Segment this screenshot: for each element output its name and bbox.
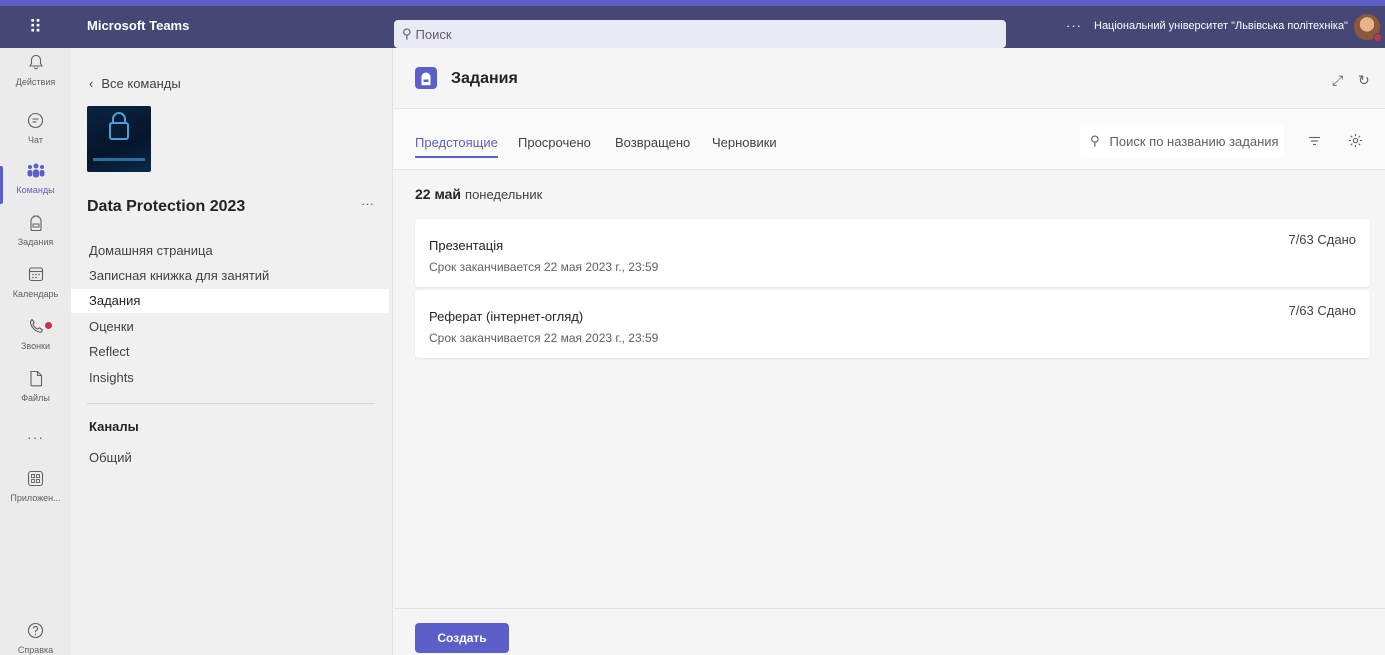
chat-icon <box>0 112 71 134</box>
rail-item-calendar[interactable]: Календарь <box>0 266 71 316</box>
app-launcher-icon[interactable]: ⠿ <box>0 6 71 48</box>
tab-overdue[interactable]: Просрочено <box>518 135 591 150</box>
search-icon: ⚲ <box>1090 133 1100 148</box>
team-more-options-icon[interactable]: ··· <box>361 196 374 211</box>
rail-item-apps[interactable]: Приложен... <box>0 470 71 520</box>
rail-label: Действия <box>15 77 56 87</box>
more-icon: ··· <box>27 429 44 445</box>
search-icon: ⚲ <box>402 26 412 41</box>
rail-item-calls[interactable]: Звонки <box>0 318 71 368</box>
assignments-app-icon <box>415 67 437 89</box>
assignments-icon <box>0 214 71 236</box>
nav-item-home[interactable]: Домашняя страница <box>71 239 389 263</box>
calendar-icon <box>0 266 71 288</box>
rail-label: Файлы <box>21 393 50 403</box>
page-title: Задания <box>451 70 518 87</box>
app-name: Microsoft Teams <box>87 18 190 33</box>
team-panel: ‹ Все команды Data Protection 2023 ··· До… <box>71 48 393 655</box>
refresh-icon[interactable]: ↻ <box>1358 72 1370 89</box>
lock-body <box>109 122 129 140</box>
expand-icon[interactable]: ⤢ <box>1332 72 1343 89</box>
assignment-search-input[interactable]: ⚲ Поиск по названию задания <box>1080 125 1284 157</box>
rail-label: Приложен... <box>10 493 61 503</box>
filter-icon[interactable] <box>1308 133 1321 149</box>
all-teams-link[interactable]: ‹ Все команды <box>89 76 181 91</box>
channel-item-general[interactable]: Общий <box>71 446 389 470</box>
help-icon <box>0 622 71 644</box>
assignment-status: 7/63 Сдано <box>1288 232 1356 247</box>
chevron-left-icon: ‹ <box>89 76 94 91</box>
file-icon <box>0 370 71 392</box>
date-heading: 22 май понедельник <box>415 186 542 202</box>
team-picture[interactable] <box>87 106 151 172</box>
create-button[interactable]: Создать <box>415 623 509 653</box>
rail-item-assignments[interactable]: Задания <box>0 214 71 264</box>
tab-upcoming[interactable]: Предстоящие <box>415 135 498 158</box>
rail-item-teams[interactable]: Команды <box>0 162 71 212</box>
rail-label: Справка <box>17 645 54 655</box>
date-day: 22 май <box>415 186 462 202</box>
rail-item-chat[interactable]: Чат <box>0 112 71 162</box>
rail-label: Команды <box>16 185 55 195</box>
nav-item-assignments[interactable]: Задания <box>71 289 389 313</box>
apps-icon <box>0 470 71 492</box>
channels-heading: Каналы <box>89 419 139 434</box>
footer-bar: Создать <box>394 608 1385 655</box>
nav-item-reflect[interactable]: Reflect <box>71 340 389 364</box>
assignment-due: Срок заканчивается 22 мая 2023 г., 23:59 <box>429 331 659 345</box>
divider <box>87 403 375 404</box>
rail-item-more[interactable]: ··· <box>0 426 71 476</box>
bell-icon <box>0 54 71 76</box>
assignment-title: Реферат (інтернет-огляд) <box>429 309 584 324</box>
rail-label: Чат <box>28 135 43 145</box>
nav-item-grades[interactable]: Оценки <box>71 315 389 339</box>
nav-item-class-notebook[interactable]: Записная книжка для занятий <box>71 264 389 288</box>
tab-returned[interactable]: Возвращено <box>615 135 690 150</box>
assignment-title: Презентація <box>429 238 504 253</box>
rail-item-help[interactable]: Справка <box>0 622 71 655</box>
tabs-bar: Предстоящие Просрочено Возвращено Чернов… <box>394 108 1385 170</box>
rail-label: Звонки <box>20 341 51 351</box>
main-header: Задания ⤢ ↻ <box>394 48 1385 100</box>
settings-gear-icon[interactable] <box>1348 133 1363 151</box>
date-weekday: понедельник <box>465 187 543 202</box>
assignment-card[interactable]: Презентація Срок заканчивается 22 мая 20… <box>415 219 1370 287</box>
rail-item-files[interactable]: Файлы <box>0 370 71 420</box>
team-picture-strip <box>93 158 145 161</box>
rail-label: Календарь <box>12 289 59 299</box>
nav-item-insights[interactable]: Insights <box>71 366 389 390</box>
organization-name[interactable]: Національний університет "Львівська полі… <box>1094 20 1348 32</box>
assignment-card[interactable]: Реферат (інтернет-огляд) Срок заканчивае… <box>415 290 1370 358</box>
notification-badge <box>45 322 52 329</box>
teams-icon <box>0 162 71 184</box>
phone-icon <box>0 318 71 340</box>
status-dot-icon <box>1373 33 1382 42</box>
assignment-search-placeholder: Поиск по названию задания <box>1109 133 1279 149</box>
assignment-status: 7/63 Сдано <box>1288 303 1356 318</box>
assignment-due: Срок заканчивается 22 мая 2023 г., 23:59 <box>429 260 659 274</box>
more-options-icon[interactable]: ··· <box>1066 18 1082 33</box>
assignments-main: Задания ⤢ ↻ Предстоящие Просрочено Возвр… <box>394 48 1385 655</box>
title-bar: ⠿ Microsoft Teams ⚲ Поиск ··· Національн… <box>0 0 1385 48</box>
rail-item-activity[interactable]: Действия <box>0 54 71 104</box>
tab-drafts[interactable]: Черновики <box>712 135 777 150</box>
search-placeholder: Поиск <box>415 26 452 42</box>
rail-label: Задания <box>17 237 54 247</box>
back-label: Все команды <box>101 76 181 91</box>
app-rail: Действия Чат Команды Задания Календарь З… <box>0 48 71 655</box>
avatar[interactable] <box>1354 14 1382 42</box>
search-input[interactable]: ⚲ Поиск <box>394 20 1006 48</box>
team-name: Data Protection 2023 <box>87 198 246 215</box>
